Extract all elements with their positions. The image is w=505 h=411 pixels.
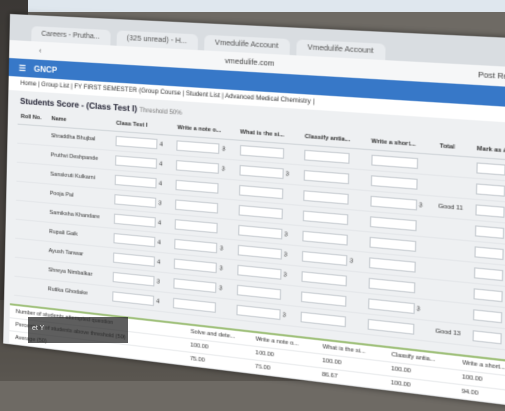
user-label[interactable]: Post Reports: [478, 71, 505, 82]
score-input[interactable]: [112, 291, 154, 306]
score-input[interactable]: [114, 233, 156, 247]
absent-select[interactable]: [475, 225, 504, 239]
score-input[interactable]: [368, 278, 415, 294]
back-icon[interactable]: ‹: [39, 47, 41, 54]
score-input[interactable]: [174, 278, 217, 293]
score-input[interactable]: [240, 145, 284, 159]
monitor-screen: Careers - Prutha... (325 unread) - H... …: [3, 14, 505, 411]
score-input[interactable]: [239, 185, 283, 199]
score-input[interactable]: [237, 285, 281, 300]
score-value: 3: [350, 258, 354, 265]
score-input[interactable]: [177, 140, 220, 154]
roll-cell: [14, 276, 45, 298]
score-value: 3: [419, 202, 423, 209]
score-value: 3: [286, 171, 290, 178]
wall-top: [0, 0, 505, 12]
score-input[interactable]: [238, 225, 282, 240]
score-input[interactable]: [302, 271, 348, 286]
score-input[interactable]: [369, 216, 416, 231]
absent-select[interactable]: [473, 288, 502, 302]
score-input[interactable]: [301, 291, 347, 306]
score-input[interactable]: [113, 272, 155, 287]
score-value: 3: [284, 232, 288, 239]
total-cell: [435, 154, 473, 178]
score-input[interactable]: [175, 239, 218, 254]
brand-logo: GNCP: [34, 64, 57, 74]
score-value: 3: [222, 146, 225, 153]
score-value: 3: [283, 272, 287, 279]
grade-text: Good: [438, 204, 456, 212]
roll-cell: [16, 162, 47, 184]
score-input[interactable]: [237, 265, 281, 280]
absent-select[interactable]: [476, 183, 505, 196]
score-input[interactable]: [238, 205, 282, 219]
score-input[interactable]: [304, 150, 350, 164]
score-input[interactable]: [302, 231, 348, 246]
score-value: 3: [221, 166, 224, 173]
score-input[interactable]: [369, 237, 416, 252]
menu-icon[interactable]: ☰: [19, 63, 26, 72]
score-input[interactable]: [367, 319, 414, 335]
score-value: 4: [159, 161, 162, 167]
roll-cell: [17, 124, 48, 145]
score-input[interactable]: [175, 219, 218, 233]
score-input[interactable]: [176, 180, 219, 194]
score-value: 4: [156, 299, 159, 306]
score-input[interactable]: [301, 312, 347, 328]
absent-select[interactable]: [474, 246, 503, 260]
score-input[interactable]: [237, 245, 281, 260]
score-input[interactable]: [302, 251, 348, 266]
score-input[interactable]: [370, 196, 417, 211]
score-value: 3: [219, 266, 222, 273]
score-input[interactable]: [370, 175, 417, 190]
score-value: 4: [159, 181, 162, 187]
score-input[interactable]: [371, 155, 418, 169]
score-value: 3: [219, 285, 222, 292]
score-value: 3: [157, 279, 160, 286]
score-value: 4: [157, 240, 160, 247]
video-overlay-bar: et Y: [28, 317, 128, 343]
total-value: 13: [453, 330, 460, 337]
score-input[interactable]: [174, 259, 217, 274]
score-input[interactable]: [115, 155, 157, 169]
score-input[interactable]: [239, 165, 283, 179]
threshold-note: Threshold 50%: [139, 108, 182, 117]
score-input[interactable]: [303, 190, 349, 204]
score-input[interactable]: [303, 210, 349, 225]
total-cell: [435, 175, 473, 199]
overlay-text: et Y: [32, 325, 44, 332]
score-input[interactable]: [114, 194, 156, 208]
score-input[interactable]: [173, 298, 216, 313]
score-input[interactable]: [368, 298, 415, 314]
score-input[interactable]: [114, 214, 156, 228]
absent-select[interactable]: [472, 330, 501, 344]
score-input[interactable]: [176, 160, 219, 174]
score-input[interactable]: [236, 305, 280, 320]
absent-select[interactable]: [473, 309, 502, 323]
score-input[interactable]: [304, 170, 350, 184]
score-value: 3: [416, 306, 420, 313]
score-value: 3: [220, 246, 223, 253]
absent-select[interactable]: [475, 204, 504, 217]
grade-text: Good: [435, 328, 453, 337]
absent-cell[interactable]: [469, 325, 505, 353]
score-value: 3: [282, 312, 286, 319]
score-input[interactable]: [176, 199, 219, 213]
roll-cell: [17, 143, 48, 164]
score-value: 3: [284, 252, 288, 259]
score-input[interactable]: [368, 257, 415, 272]
summary-value: 2204: [461, 403, 505, 411]
score-input[interactable]: [115, 175, 157, 189]
total-cell: Good 13: [432, 321, 469, 346]
absent-select[interactable]: [474, 267, 503, 281]
score-value: 3: [158, 200, 161, 206]
score-value: 4: [157, 259, 160, 266]
absent-select[interactable]: [476, 162, 505, 175]
score-input[interactable]: [116, 136, 158, 149]
score-value: 4: [158, 220, 161, 226]
score-input[interactable]: [113, 252, 155, 266]
score-value: 4: [159, 142, 162, 148]
total-value: 11: [456, 205, 463, 212]
